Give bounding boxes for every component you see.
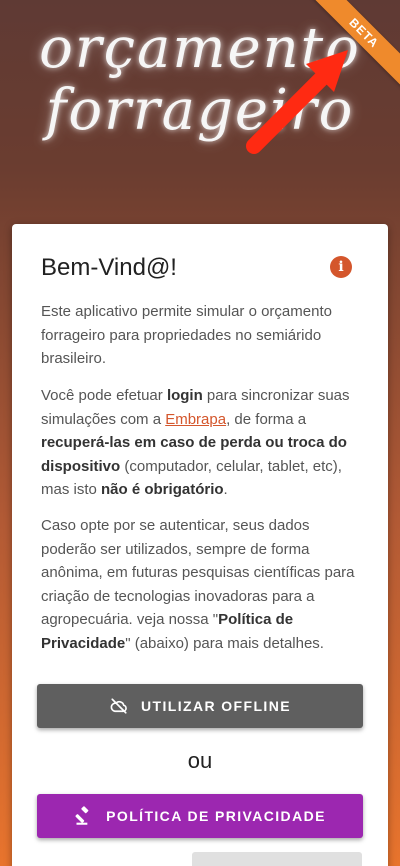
not-required-bold: não é obrigatório	[101, 481, 224, 498]
intro-paragraph: Este aplicativo permite simular o orçame…	[41, 303, 332, 367]
partial-button[interactable]	[192, 852, 362, 866]
login-text-3: , de forma a	[226, 410, 307, 428]
gavel-icon	[75, 806, 89, 825]
privacy-policy-label: POLÍTICA DE PRIVACIDADE	[106, 808, 326, 824]
info-icon[interactable]: i	[330, 256, 352, 278]
embrapa-link[interactable]: Embrapa	[165, 411, 226, 428]
card-title: Bem-Vind@!	[41, 254, 177, 281]
privacy-paragraph: Caso opte por se autenticar, seus dados …	[41, 514, 363, 655]
login-text-5: .	[223, 481, 228, 498]
privacy-policy-button[interactable]: POLÍTICA DE PRIVACIDADE	[37, 794, 363, 838]
login-paragraph: Você pode efetuar login para sincronizar…	[41, 384, 363, 502]
privacy-text-1: Caso opte por se autenticar, seus dados …	[41, 517, 355, 628]
login-text-1: Você pode efetuar	[41, 387, 167, 404]
use-offline-button[interactable]: UTILIZAR OFFLINE	[37, 684, 363, 728]
welcome-card: Bem-Vind@! i Este aplicativo permite sim…	[12, 224, 388, 866]
separator-text: ou	[187, 748, 213, 773]
arrow-icon	[246, 50, 348, 154]
use-offline-label: UTILIZAR OFFLINE	[141, 698, 291, 714]
cloud-off-icon	[110, 698, 127, 714]
privacy-text-2: " (abaixo) para mais detalhes.	[125, 634, 324, 652]
login-bold: login	[166, 387, 203, 404]
